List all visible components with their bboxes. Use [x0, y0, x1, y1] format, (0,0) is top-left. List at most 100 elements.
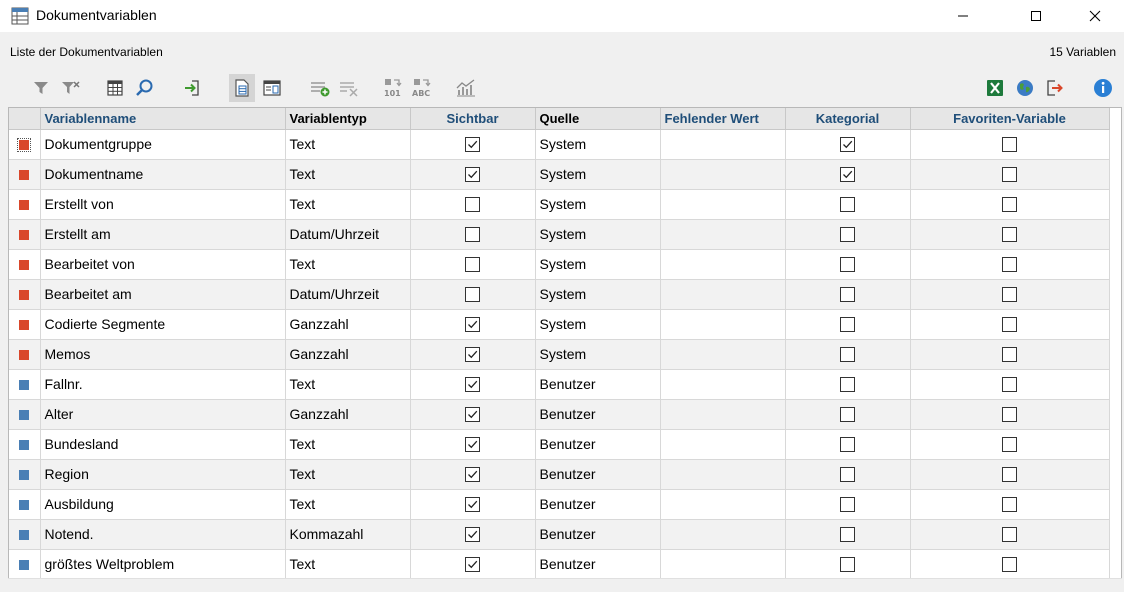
table-row[interactable]: Codierte Segmente Ganzzahl System	[9, 309, 1110, 340]
favorite-checkbox[interactable]	[1002, 167, 1017, 183]
variable-name-cell[interactable]: Fallnr.	[40, 369, 286, 400]
favorite-checkbox[interactable]	[1002, 317, 1017, 333]
statistics-button[interactable]	[453, 74, 479, 102]
variable-name-cell[interactable]: Dokumentgruppe	[40, 129, 286, 160]
table-row[interactable]: Region Text Benutzer	[9, 459, 1110, 490]
horizontal-scrollbar[interactable]	[8, 578, 1122, 586]
visible-checkbox[interactable]	[465, 467, 480, 483]
favorite-checkbox[interactable]	[1002, 437, 1017, 453]
missing-value-cell[interactable]	[660, 339, 786, 370]
web-export-button[interactable]	[1012, 74, 1038, 102]
filter-button[interactable]	[28, 74, 54, 102]
column-header-favoriten-variable[interactable]: Favoriten-Variable	[910, 108, 1110, 130]
table-view-button[interactable]	[102, 74, 128, 102]
table-row[interactable]: Dokumentgruppe Text System	[9, 129, 1110, 160]
categorical-checkbox[interactable]	[840, 557, 855, 573]
close-button[interactable]	[1072, 0, 1118, 32]
visible-checkbox[interactable]	[465, 287, 480, 303]
table-row[interactable]: Notend. Kommazahl Benutzer	[9, 519, 1110, 550]
missing-value-cell[interactable]	[660, 399, 786, 430]
table-row[interactable]: Erstellt von Text System	[9, 189, 1110, 220]
variable-name-cell[interactable]: Bundesland	[40, 429, 286, 460]
favorite-checkbox[interactable]	[1002, 527, 1017, 543]
favorite-checkbox[interactable]	[1002, 287, 1017, 303]
add-variable-button[interactable]	[307, 74, 333, 102]
favorite-checkbox[interactable]	[1002, 137, 1017, 153]
favorite-checkbox[interactable]	[1002, 557, 1017, 573]
visible-checkbox[interactable]	[465, 437, 480, 453]
variable-name-cell[interactable]: Notend.	[40, 519, 286, 550]
document-variables-button[interactable]	[229, 74, 255, 102]
column-header-sichtbar[interactable]: Sichtbar	[410, 108, 536, 130]
table-row[interactable]: Bundesland Text Benutzer	[9, 429, 1110, 460]
visible-checkbox[interactable]	[465, 527, 480, 543]
categorical-checkbox[interactable]	[840, 377, 855, 393]
categorical-checkbox[interactable]	[840, 407, 855, 423]
variable-name-cell[interactable]: Dokumentname	[40, 159, 286, 190]
table-row[interactable]: Fallnr. Text Benutzer	[9, 369, 1110, 400]
missing-value-cell[interactable]	[660, 519, 786, 550]
variable-name-cell[interactable]: Codierte Segmente	[40, 309, 286, 340]
missing-value-cell[interactable]	[660, 189, 786, 220]
visible-checkbox[interactable]	[465, 377, 480, 393]
column-header-quelle[interactable]: Quelle	[535, 108, 661, 130]
visible-checkbox[interactable]	[465, 317, 480, 333]
categorical-checkbox[interactable]	[840, 497, 855, 513]
missing-value-cell[interactable]	[660, 429, 786, 460]
visible-checkbox[interactable]	[465, 137, 480, 153]
missing-value-cell[interactable]	[660, 309, 786, 340]
favorite-checkbox[interactable]	[1002, 407, 1017, 423]
visible-checkbox[interactable]	[465, 167, 480, 183]
variable-name-cell[interactable]: Region	[40, 459, 286, 490]
column-header-fehlender-wert[interactable]: Fehlender Wert	[660, 108, 786, 130]
categorical-checkbox[interactable]	[840, 317, 855, 333]
visible-checkbox[interactable]	[465, 227, 480, 243]
favorite-checkbox[interactable]	[1002, 347, 1017, 363]
variable-name-cell[interactable]: Memos	[40, 339, 286, 370]
maximize-button[interactable]	[1013, 0, 1059, 32]
import-button[interactable]	[179, 74, 205, 102]
excel-export-button[interactable]	[982, 74, 1008, 102]
visible-checkbox[interactable]	[465, 257, 480, 273]
variable-name-cell[interactable]: Alter	[40, 399, 286, 430]
categorical-checkbox[interactable]	[840, 137, 855, 153]
variable-name-cell[interactable]: Bearbeitet am	[40, 279, 286, 310]
categorical-checkbox[interactable]	[840, 227, 855, 243]
variable-name-cell[interactable]: Bearbeitet von	[40, 249, 286, 280]
table-row[interactable]: größtes Weltproblem Text Benutzer	[9, 549, 1110, 580]
missing-value-cell[interactable]	[660, 489, 786, 520]
table-row[interactable]: Bearbeitet von Text System	[9, 249, 1110, 280]
favorite-checkbox[interactable]	[1002, 377, 1017, 393]
column-header-variablentyp[interactable]: Variablentyp	[285, 108, 411, 130]
categorical-checkbox[interactable]	[840, 257, 855, 273]
favorite-checkbox[interactable]	[1002, 197, 1017, 213]
variable-name-cell[interactable]: Erstellt am	[40, 219, 286, 250]
missing-value-cell[interactable]	[660, 279, 786, 310]
column-header-variablenname[interactable]: Variablenname	[40, 108, 286, 130]
missing-value-cell[interactable]	[660, 549, 786, 580]
search-button[interactable]	[131, 74, 157, 102]
delete-variable-button[interactable]	[336, 74, 362, 102]
variable-name-cell[interactable]: Ausbildung	[40, 489, 286, 520]
export-button[interactable]	[1042, 74, 1068, 102]
column-header-kategorial[interactable]: Kategorial	[785, 108, 911, 130]
table-row[interactable]: Memos Ganzzahl System	[9, 339, 1110, 370]
convert-text-button[interactable]: ABC	[410, 74, 436, 102]
table-row[interactable]: Ausbildung Text Benutzer	[9, 489, 1110, 520]
table-row[interactable]: Bearbeitet am Datum/Uhrzeit System	[9, 279, 1110, 310]
missing-value-cell[interactable]	[660, 159, 786, 190]
favorite-checkbox[interactable]	[1002, 497, 1017, 513]
clear-filter-button[interactable]	[58, 74, 84, 102]
categorical-checkbox[interactable]	[840, 167, 855, 183]
categorical-checkbox[interactable]	[840, 527, 855, 543]
missing-value-cell[interactable]	[660, 369, 786, 400]
visible-checkbox[interactable]	[465, 497, 480, 513]
list-view-button[interactable]	[259, 74, 285, 102]
info-button[interactable]	[1090, 74, 1116, 102]
categorical-checkbox[interactable]	[840, 347, 855, 363]
table-row[interactable]: Erstellt am Datum/Uhrzeit System	[9, 219, 1110, 250]
convert-numeric-button[interactable]: 101	[380, 74, 406, 102]
categorical-checkbox[interactable]	[840, 467, 855, 483]
missing-value-cell[interactable]	[660, 459, 786, 490]
visible-checkbox[interactable]	[465, 407, 480, 423]
